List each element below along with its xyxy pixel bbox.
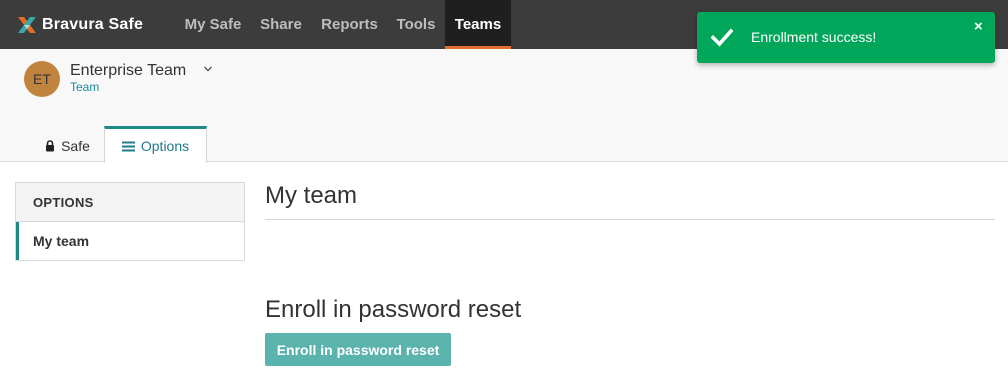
enroll-heading: Enroll in password reset [265,296,522,323]
team-name[interactable]: Enterprise Team [70,62,186,80]
nav-share[interactable]: Share [250,0,312,49]
page-title: My team [265,182,358,209]
tab-options-label: Options [140,138,190,154]
nav-tools[interactable]: Tools [387,0,445,49]
divider [265,219,995,220]
brand-name: Bravura Safe [42,16,144,33]
nav-teams[interactable]: Teams [445,0,511,49]
lock-icon [45,140,55,152]
nav-reports[interactable]: Reports [312,0,387,49]
checkmark-icon [711,28,733,47]
sidebar-item-my-team[interactable]: My team [16,222,244,260]
brand[interactable]: Bravura Safe [16,13,143,37]
list-icon [121,141,135,152]
chevron-down-icon[interactable] [203,63,213,77]
tab-safe-label: Safe [61,138,90,154]
options-sidebar: OPTIONS My team [15,182,245,261]
tab-safe[interactable]: Safe [31,128,104,164]
enroll-password-reset-button[interactable]: Enroll in password reset [265,333,451,366]
avatar: ET [24,61,60,97]
success-toast: Enrollment success! × [697,12,995,63]
tab-options[interactable]: Options [104,126,207,163]
bravura-logo-icon [18,17,36,33]
team-type: Team [70,80,100,94]
toast-message: Enrollment success! [751,29,877,45]
sidebar-heading: OPTIONS [16,183,244,222]
nav-my-safe[interactable]: My Safe [176,0,250,49]
close-icon[interactable]: × [974,18,983,35]
